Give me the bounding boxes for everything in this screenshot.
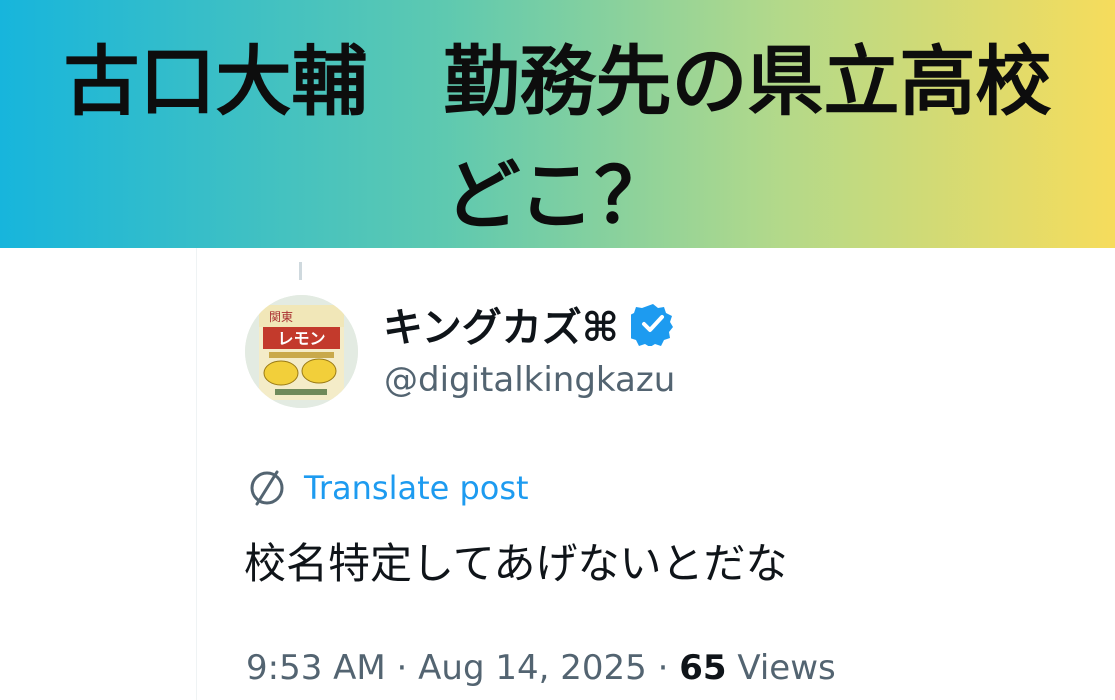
headline-line-2: どこ？ <box>444 151 671 240</box>
author-name-row[interactable]: キングカズ⌘ <box>383 296 675 352</box>
post-timestamp[interactable]: 9:53 AM · Aug 14, 2025 · <box>246 648 679 688</box>
headline-line-1: 古口大輔 勤務先の県立高校 <box>63 37 1052 126</box>
post-meta: 9:53 AM · Aug 14, 2025 · 65 Views <box>246 648 836 688</box>
avatar[interactable]: 関東 レモン <box>245 295 358 408</box>
views-label: Views <box>726 648 836 688</box>
avatar-brand-text: レモン <box>277 329 325 348</box>
verified-badge-icon <box>630 304 673 346</box>
post-text: 校名特定してあげないとだな <box>244 539 788 588</box>
translate-post-label[interactable]: Translate post <box>304 469 529 507</box>
views-count[interactable]: 65 <box>679 648 726 688</box>
thread-connector-line <box>299 262 302 280</box>
translate-globe-icon <box>250 470 284 506</box>
translate-post-link[interactable]: Translate post <box>246 466 529 510</box>
author-handle[interactable]: @digitalkingkazu <box>384 360 675 400</box>
lemon-drink-bottle-cap-icon: 関東 レモン <box>245 295 358 408</box>
headline-banner: 古口大輔 勤務先の県立高校 どこ？ <box>0 0 1115 248</box>
avatar-top-text: 関東 <box>269 310 293 324</box>
author-display-name[interactable]: キングカズ⌘ <box>383 295 619 353</box>
